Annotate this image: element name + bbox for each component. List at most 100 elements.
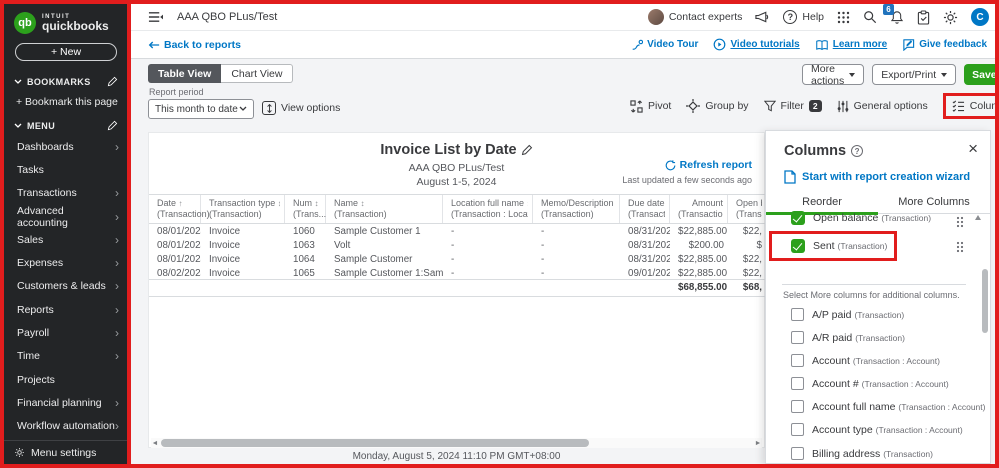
tab-table-view[interactable]: Table View bbox=[148, 64, 221, 83]
checkbox-unchecked[interactable] bbox=[791, 447, 804, 460]
help-icon[interactable]: ? bbox=[851, 145, 863, 157]
list-scroll-up-arrow[interactable] bbox=[975, 215, 981, 220]
general-options-button[interactable]: General options bbox=[837, 100, 928, 113]
checkbox-unchecked[interactable] bbox=[791, 377, 804, 390]
sidebar-item-workflow-automation[interactable]: Workflow automation› bbox=[4, 415, 128, 438]
sidebar-item-customers-leads[interactable]: Customers & leads› bbox=[4, 275, 128, 298]
scroll-left-arrow[interactable]: ◄ bbox=[151, 440, 159, 447]
learn-more-link[interactable]: Learn more bbox=[815, 39, 887, 51]
report-controls: Pivot Group by Filter 2 General options … bbox=[630, 90, 992, 122]
panel-scrollbar[interactable] bbox=[982, 269, 988, 333]
col-header-location[interactable]: Location full name ↕(Transaction : Locat… bbox=[443, 195, 533, 223]
pivot-button[interactable]: Pivot bbox=[630, 100, 671, 113]
menu-section-header[interactable]: MENU bbox=[4, 115, 128, 135]
user-avatar[interactable]: C bbox=[971, 8, 989, 26]
tab-chart-view[interactable]: Chart View bbox=[221, 64, 293, 83]
reorder-item-sent[interactable]: Sent (Transaction) bbox=[769, 231, 897, 261]
settings-gear-icon[interactable] bbox=[943, 10, 958, 25]
more-column-ap-paid[interactable]: A/P paid (Transaction) bbox=[791, 303, 904, 326]
chevron-right-icon: › bbox=[115, 188, 119, 198]
more-column-account-full-name[interactable]: Account full name (Transaction : Account… bbox=[791, 395, 985, 418]
export-print-button[interactable]: Export/Print bbox=[872, 64, 956, 85]
col-header-memo[interactable]: Memo/Description ↕(Transaction) bbox=[533, 195, 620, 223]
give-feedback-link[interactable]: Give feedback bbox=[902, 38, 987, 51]
col-header-name[interactable]: Name ↕(Transaction) bbox=[326, 195, 443, 223]
more-actions-button[interactable]: More actions bbox=[802, 64, 864, 85]
bookmarks-section-header[interactable]: BOOKMARKS bbox=[4, 71, 128, 91]
view-options-button[interactable]: View options bbox=[262, 101, 340, 115]
scroll-right-arrow[interactable]: ► bbox=[754, 440, 762, 447]
video-tour-link[interactable]: Video Tour bbox=[631, 39, 698, 51]
sidebar-item-dashboards[interactable]: Dashboards› bbox=[4, 135, 128, 158]
sidebar-item-payroll[interactable]: Payroll› bbox=[4, 321, 128, 344]
tab-more-columns[interactable]: More Columns bbox=[878, 191, 990, 213]
col-header-amount[interactable]: Amount(Transaction) bbox=[670, 195, 728, 223]
new-button[interactable]: + New bbox=[15, 43, 117, 61]
horizontal-scrollbar[interactable]: ◄ ► bbox=[151, 438, 762, 448]
col-header-open-balance[interactable]: Open b(Trans bbox=[728, 195, 766, 223]
edit-pencil-icon[interactable] bbox=[107, 120, 118, 131]
sidebar-item-reports[interactable]: Reports› bbox=[4, 298, 128, 321]
checkbox-checked[interactable] bbox=[791, 239, 805, 253]
checkbox-unchecked[interactable] bbox=[791, 400, 804, 413]
table-row[interactable]: 08/01/2024Invoice1060Sample Customer 1--… bbox=[149, 225, 766, 239]
col-header-num[interactable]: Num ↕(Trans... bbox=[285, 195, 326, 223]
tasks-clipboard-icon[interactable] bbox=[917, 10, 930, 25]
view-switcher: Table View Chart View bbox=[148, 64, 293, 83]
col-header-due-date[interactable]: Due date ↕(Transaction) bbox=[620, 195, 670, 223]
checkbox-unchecked[interactable] bbox=[791, 331, 804, 344]
sidebar-item-expenses[interactable]: Expenses› bbox=[4, 251, 128, 274]
video-tutorials-link[interactable]: Video tutorials bbox=[713, 38, 799, 51]
more-column-billing-address[interactable]: Billing address (Transaction) bbox=[791, 442, 933, 465]
report-period-select[interactable]: This month to date bbox=[148, 99, 254, 119]
checkbox-unchecked[interactable] bbox=[791, 423, 804, 436]
help-menu[interactable]: ? Help bbox=[783, 10, 824, 24]
save-button[interactable]: Save bbox=[964, 64, 999, 85]
pivot-icon bbox=[630, 100, 643, 113]
checkbox-unchecked[interactable] bbox=[791, 308, 804, 321]
more-columns-hint: Select More columns for additional colum… bbox=[783, 290, 960, 300]
more-column-ar-paid[interactable]: A/R paid (Transaction) bbox=[791, 326, 905, 349]
filter-button[interactable]: Filter 2 bbox=[764, 100, 822, 112]
report-wizard-link[interactable]: Start with report creation wizard bbox=[784, 170, 970, 184]
sidebar-item-financial-planning[interactable]: Financial planning› bbox=[4, 391, 128, 414]
more-column-account-number[interactable]: Account # (Transaction : Account) bbox=[791, 372, 949, 395]
sidebar-item-tasks[interactable]: Tasks bbox=[4, 158, 128, 181]
chevron-right-icon: › bbox=[115, 398, 119, 408]
table-row[interactable]: 08/01/2024Invoice1064Sample Customer--08… bbox=[149, 253, 766, 267]
drag-handle-icon[interactable] bbox=[956, 241, 964, 253]
sidebar-item-projects[interactable]: Projects bbox=[4, 368, 128, 391]
search-icon[interactable] bbox=[863, 10, 877, 24]
drag-handle-icon[interactable] bbox=[956, 216, 964, 228]
back-to-reports-link[interactable]: Back to reports bbox=[148, 39, 241, 51]
scrollbar-thumb[interactable] bbox=[161, 439, 589, 447]
edit-title-icon[interactable] bbox=[521, 144, 533, 156]
menu-settings[interactable]: Menu settings bbox=[4, 440, 128, 464]
sidebar-item-advanced-accounting[interactable]: Advanced accounting› bbox=[4, 205, 128, 228]
more-column-account[interactable]: Account (Transaction : Account) bbox=[791, 349, 940, 372]
contact-experts[interactable]: Contact experts bbox=[648, 9, 743, 25]
sidebar-item-sales[interactable]: Sales› bbox=[4, 228, 128, 251]
sidebar-item-time[interactable]: Time› bbox=[4, 345, 128, 368]
menu-label: MENU bbox=[27, 121, 55, 131]
apps-grid-icon[interactable] bbox=[837, 11, 850, 24]
group-by-button[interactable]: Group by bbox=[686, 99, 748, 113]
bookmark-this-page[interactable]: + Bookmark this page bbox=[4, 91, 128, 115]
col-header-transaction-type[interactable]: Transaction type ↕(Transaction) bbox=[201, 195, 285, 223]
table-row[interactable]: 08/01/2024Invoice1063Volt--08/31/2024$20… bbox=[149, 239, 766, 253]
close-panel-button[interactable]: × bbox=[968, 139, 978, 159]
checkbox-checked[interactable] bbox=[791, 211, 805, 225]
more-column-account-type[interactable]: Account type (Transaction : Account) bbox=[791, 418, 963, 441]
refresh-report-link[interactable]: Refresh report bbox=[665, 159, 752, 171]
columns-button[interactable]: Columns 10 bbox=[943, 93, 999, 119]
view-options-icon bbox=[262, 101, 276, 115]
col-header-date[interactable]: Date ↑(Transaction) bbox=[149, 195, 201, 223]
edit-pencil-icon[interactable] bbox=[107, 76, 118, 87]
notifications[interactable]: 6 bbox=[890, 10, 904, 25]
megaphone-icon[interactable] bbox=[755, 10, 770, 24]
reorder-item-open-balance[interactable]: Open balance (Transaction) bbox=[791, 211, 931, 225]
sidebar-item-transactions[interactable]: Transactions› bbox=[4, 182, 128, 205]
checkbox-unchecked[interactable] bbox=[791, 354, 804, 367]
collapse-sidebar-icon[interactable] bbox=[148, 11, 163, 23]
tab-reorder[interactable]: Reorder bbox=[766, 191, 878, 213]
